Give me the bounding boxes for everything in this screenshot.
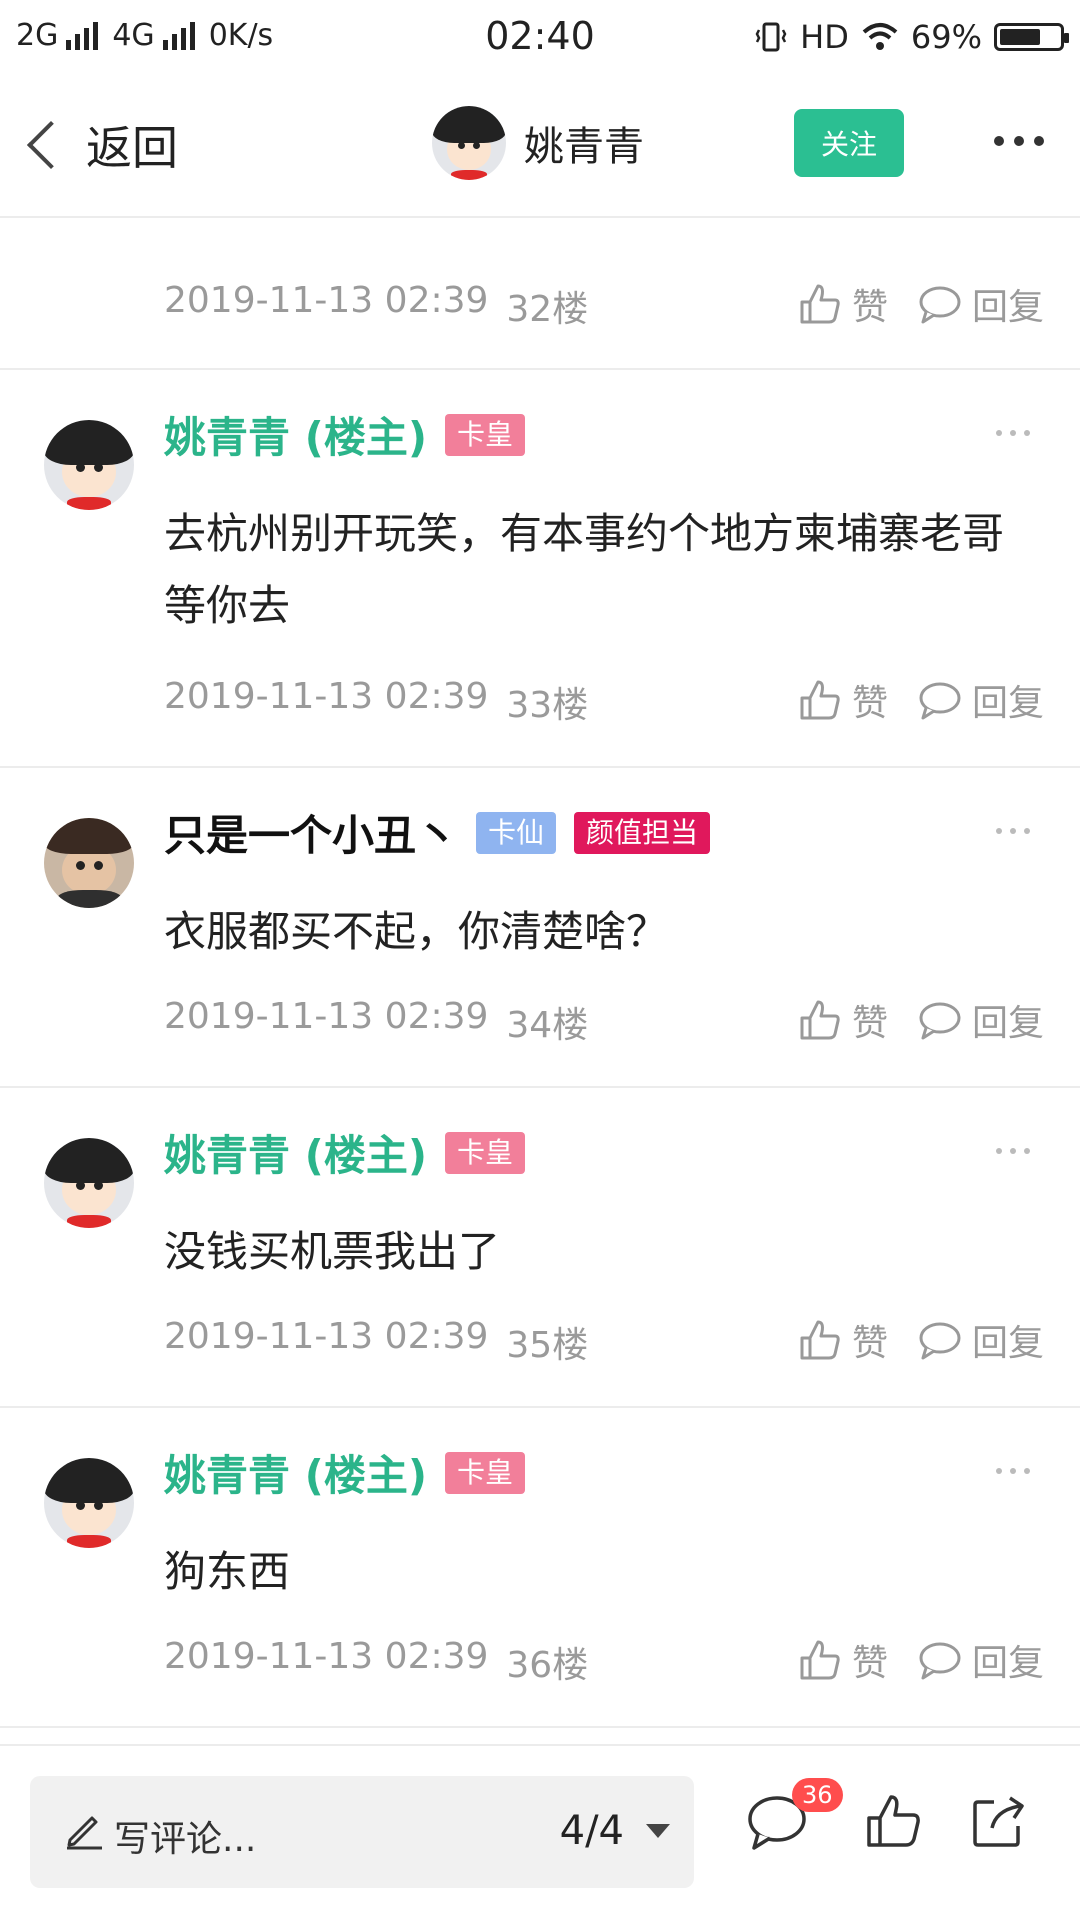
back-label: 返回 [86,121,178,175]
like-label: 赞 [851,683,888,724]
reply-button[interactable]: 回复 [918,994,1044,1046]
battery-icon [994,23,1069,51]
comment-count-badge: 36 [792,1778,843,1812]
level-badge: 卡仙 [476,811,557,854]
post-time: 2019-11-13 02:39 [164,996,489,1037]
post-floor: 32楼 [506,289,589,330]
avatar[interactable] [432,106,506,180]
list-item: 2019-11-13 02:39 32楼 赞 回复 [0,218,1080,370]
reply-button[interactable]: 回复 [918,1314,1044,1366]
vibrate-icon [755,22,787,52]
comment-placeholder: 写评论... [114,1819,257,1860]
reply-label: 回复 [971,1003,1044,1044]
list-item: 姚青青 (楼主) 卡皇 狗东西 2019-11-13 02:39 36楼 赞 回… [0,1408,1080,1728]
post-time: 2019-11-13 02:39 [164,1316,489,1357]
top-nav: 返回 姚青青 关注 [0,76,1080,218]
like-button[interactable]: 赞 [798,674,888,726]
post-floor: 33楼 [506,685,589,726]
wifi-icon [862,23,898,50]
hd-label: HD [800,18,849,56]
post-meta: 2019-11-13 02:39 36楼 [164,1636,588,1688]
like-button[interactable]: 赞 [798,278,888,330]
post-meta: 2019-11-13 02:39 33楼 [164,676,588,728]
list-item: 只是一个小丑丶 卡仙 颜值担当 衣服都买不起，你清楚啥？ 2019-11-13 … [0,768,1080,1088]
reply-button[interactable]: 回复 [918,674,1044,726]
level-badge: 卡皇 [445,1131,526,1174]
username[interactable]: 姚青青 (楼主) [164,1122,427,1183]
title-badge: 颜值担当 [574,811,711,854]
post-floor: 34楼 [506,1005,589,1046]
avatar[interactable] [44,818,134,908]
username[interactable]: 姚青青 (楼主) [164,404,427,465]
like-button[interactable]: 赞 [798,1634,888,1686]
like-button[interactable]: 赞 [798,994,888,1046]
comment-icon [919,286,961,324]
post-content: 没钱买机票我出了 [164,1227,501,1276]
level-badge: 卡皇 [445,1451,526,1494]
thumbs-up-icon [800,680,840,720]
username[interactable]: 姚青青 (楼主) [164,1442,427,1503]
reply-label: 回复 [971,287,1044,328]
share-icon[interactable] [970,1792,1028,1850]
list-item: 姚青青 (楼主) 卡皇 没钱买机票我出了 2019-11-13 02:39 35… [0,1088,1080,1408]
chevron-down-icon[interactable] [646,1824,670,1838]
thread-author[interactable]: 姚青青 [432,106,644,180]
post-meta: 2019-11-13 02:39 35楼 [164,1316,588,1368]
reply-label: 回复 [971,1323,1044,1364]
author-name: 姚青青 [524,124,644,170]
page-indicator[interactable]: 4/4 [560,1808,624,1854]
username[interactable]: 只是一个小丑丶 [164,802,458,863]
battery-percent: 69% [910,18,982,56]
like-label: 赞 [851,1643,888,1684]
back-chevron-icon [26,120,76,170]
post-meta: 2019-11-13 02:39 34楼 [164,996,588,1048]
post-content: 狗东西 [164,1547,291,1596]
list-item: 姚青青 (楼主) 卡皇 去杭州别开玩笑，有本事约个地方柬埔寨老哥等你去 2019… [0,370,1080,768]
thumbs-up-icon[interactable] [864,1792,922,1850]
comment-input[interactable]: 写评论... 4/4 [30,1776,694,1888]
post-floor: 35楼 [506,1325,589,1366]
avatar[interactable] [44,1138,134,1228]
comment-icon [919,1642,961,1680]
pencil-icon [67,1816,102,1850]
reply-button[interactable]: 回复 [918,1634,1044,1686]
more-options-icon[interactable] [994,136,1044,146]
like-label: 赞 [851,287,888,328]
follow-button[interactable]: 关注 [794,109,904,177]
more-icon[interactable] [996,430,1030,436]
thumbs-up-icon [800,1640,840,1680]
reply-label: 回复 [971,683,1044,724]
more-icon[interactable] [996,1468,1030,1474]
reply-label: 回复 [971,1643,1044,1684]
post-content: 衣服都买不起，你清楚啥？ [164,907,669,956]
more-icon[interactable] [996,828,1030,834]
post-time: 2019-11-13 02:39 [164,280,489,321]
thumbs-up-icon [800,284,840,324]
reply-button[interactable]: 回复 [918,278,1044,330]
comment-icon [919,682,961,720]
like-label: 赞 [851,1323,888,1364]
status-bar: 2G 4G 0K/s 02:40 HD 69% [0,0,1080,76]
post-time: 2019-11-13 02:39 [164,676,489,717]
level-badge: 卡皇 [445,413,526,456]
thumbs-up-icon [800,1320,840,1360]
post-time: 2019-11-13 02:39 [164,1636,489,1677]
thumbs-up-icon [800,1000,840,1040]
avatar[interactable] [44,420,134,510]
back-button[interactable]: 返回 [20,112,178,178]
device-status: HD 69% [754,18,1069,56]
avatar[interactable] [44,1458,134,1548]
comment-icon [919,1002,961,1040]
more-icon[interactable] [996,1148,1030,1154]
post-meta: 2019-11-13 02:39 32楼 [164,280,588,332]
post-floor: 36楼 [506,1645,589,1686]
bottom-bar: 写评论... 4/4 36 [0,1744,1080,1922]
like-button[interactable]: 赞 [798,1314,888,1366]
comment-icon [919,1322,961,1360]
post-content: 去杭州别开玩笑，有本事约个地方柬埔寨老哥等你去 [164,509,1005,630]
like-label: 赞 [851,1003,888,1044]
